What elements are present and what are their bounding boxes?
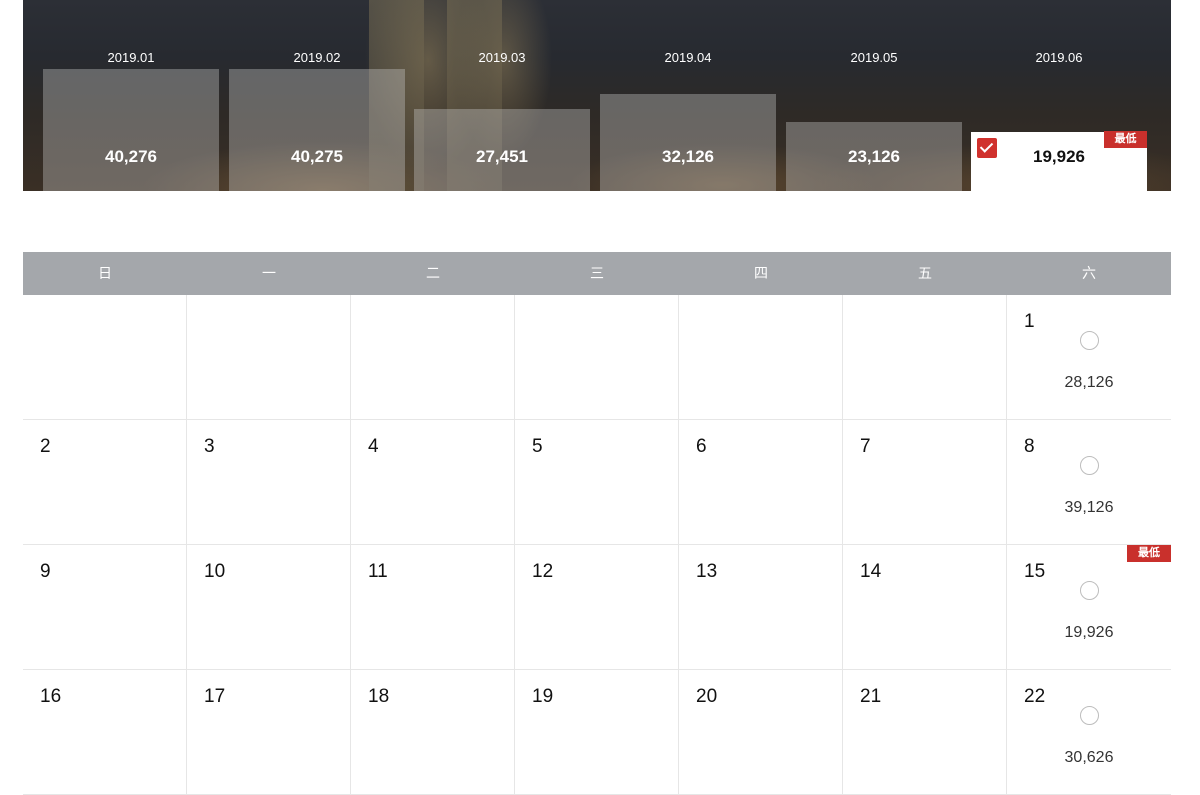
month-option[interactable]: 2019.05 23,126: [786, 0, 962, 191]
day-number: 15: [1024, 561, 1046, 582]
date-radio[interactable]: [1080, 706, 1099, 725]
weekday-label: 三: [590, 265, 604, 281]
calendar-empty-cell: [679, 295, 843, 420]
month-price: 40,276: [105, 147, 157, 166]
month-option[interactable]: 2019.02 40,275: [229, 0, 405, 191]
calendar-empty-cell: [187, 295, 351, 420]
day-number: 7: [860, 436, 871, 457]
calendar-day-cell: 16: [23, 670, 187, 795]
day-price: 30,626: [1064, 749, 1114, 766]
lowest-price-badge: 最低: [1127, 545, 1171, 562]
month-price: 40,275: [291, 147, 343, 166]
calendar-day-cell: 7: [843, 420, 1007, 545]
calendar-day-cell: 20: [679, 670, 843, 795]
day-number: 17: [204, 686, 226, 707]
day-number: 1: [1024, 311, 1035, 332]
day-number: 10: [204, 561, 226, 582]
calendar-day-cell: 18: [351, 670, 515, 795]
month-label: 2019.04: [664, 50, 712, 65]
month-option[interactable]: 2019.04 32,126: [600, 0, 776, 191]
month-label: 2019.03: [478, 50, 526, 65]
calendar-day-cell: 9: [23, 545, 187, 670]
calendar-day-cell: 12: [515, 545, 679, 670]
month-label: 2019.05: [850, 50, 898, 65]
date-radio[interactable]: [1080, 581, 1099, 600]
day-number: 18: [368, 686, 390, 707]
month-label: 2019.06: [1035, 50, 1083, 65]
calendar-day-cell[interactable]: 15 19,926 最低: [1007, 545, 1171, 670]
day-number: 2: [40, 436, 51, 457]
month-price-bar: [600, 94, 776, 191]
date-radio[interactable]: [1080, 456, 1099, 475]
calendar-day-cell[interactable]: 22 30,626: [1007, 670, 1171, 795]
month-price-banner: 2019.01 40,276 2019.02 40,275 2019.03 27,451 2…: [23, 0, 1171, 191]
weekday-label: 五: [918, 265, 932, 281]
day-price: 39,126: [1064, 499, 1114, 516]
day-number: 12: [532, 561, 554, 582]
day-number: 19: [532, 686, 554, 707]
day-number: 21: [860, 686, 882, 707]
calendar-day-cell: 10: [187, 545, 351, 670]
day-number: 16: [40, 686, 62, 707]
calendar-day-cell: 19: [515, 670, 679, 795]
weekday-label: 六: [1082, 265, 1096, 281]
month-option[interactable]: 2019.06 19,926 最低: [971, 0, 1147, 191]
weekday-label: 一: [262, 265, 276, 281]
calendar-empty-cell: [843, 295, 1007, 420]
day-number: 14: [860, 561, 882, 582]
calendar-day-cell: 14: [843, 545, 1007, 670]
weekday-label: 四: [754, 265, 768, 281]
calendar-day-cell: 5: [515, 420, 679, 545]
day-number: 9: [40, 561, 51, 582]
calendar-empty-cell: [515, 295, 679, 420]
calendar-day-cell: 13: [679, 545, 843, 670]
calendar-day-cell[interactable]: 1 28,126: [1007, 295, 1171, 420]
day-number: 22: [1024, 686, 1046, 707]
checkmark-icon: [977, 138, 997, 158]
day-number: 11: [368, 561, 388, 582]
calendar-empty-cell: [351, 295, 515, 420]
weekday-header: 日一二三四五六: [23, 252, 1171, 295]
calendar-empty-cell: [23, 295, 187, 420]
day-number: 3: [204, 436, 215, 457]
day-number: 6: [696, 436, 707, 457]
day-number: 13: [696, 561, 718, 582]
day-price: 19,926: [1064, 624, 1114, 641]
day-number: 4: [368, 436, 379, 457]
month-label: 2019.01: [107, 50, 155, 65]
calendar-day-cell: 11: [351, 545, 515, 670]
month-price: 32,126: [662, 147, 714, 166]
day-number: 8: [1024, 436, 1035, 457]
calendar-grid: 1 28,126 2 3 4 5 6 7 8 39,126 9 10 11 12 13 14 15 19,926 最…: [23, 295, 1171, 795]
month-price: 23,126: [848, 147, 900, 166]
weekday-label: 二: [426, 265, 440, 281]
month-label: 2019.02: [293, 50, 341, 65]
lowest-price-badge: 最低: [1104, 131, 1147, 148]
calendar-day-cell[interactable]: 8 39,126: [1007, 420, 1171, 545]
month-option[interactable]: 2019.03 27,451: [414, 0, 590, 191]
month-price: 19,926: [1033, 147, 1085, 166]
date-radio[interactable]: [1080, 331, 1099, 350]
month-option[interactable]: 2019.01 40,276: [43, 0, 219, 191]
month-price: 27,451: [476, 147, 528, 166]
calendar-day-cell: 17: [187, 670, 351, 795]
day-number: 5: [532, 436, 543, 457]
calendar-day-cell: 2: [23, 420, 187, 545]
month-price-bar: [43, 69, 219, 191]
day-number: 20: [696, 686, 718, 707]
day-price: 28,126: [1064, 374, 1114, 391]
weekday-label: 日: [98, 265, 112, 281]
calendar-day-cell: 4: [351, 420, 515, 545]
calendar-day-cell: 6: [679, 420, 843, 545]
month-price-bar: [229, 69, 405, 191]
calendar-day-cell: 3: [187, 420, 351, 545]
calendar-day-cell: 21: [843, 670, 1007, 795]
